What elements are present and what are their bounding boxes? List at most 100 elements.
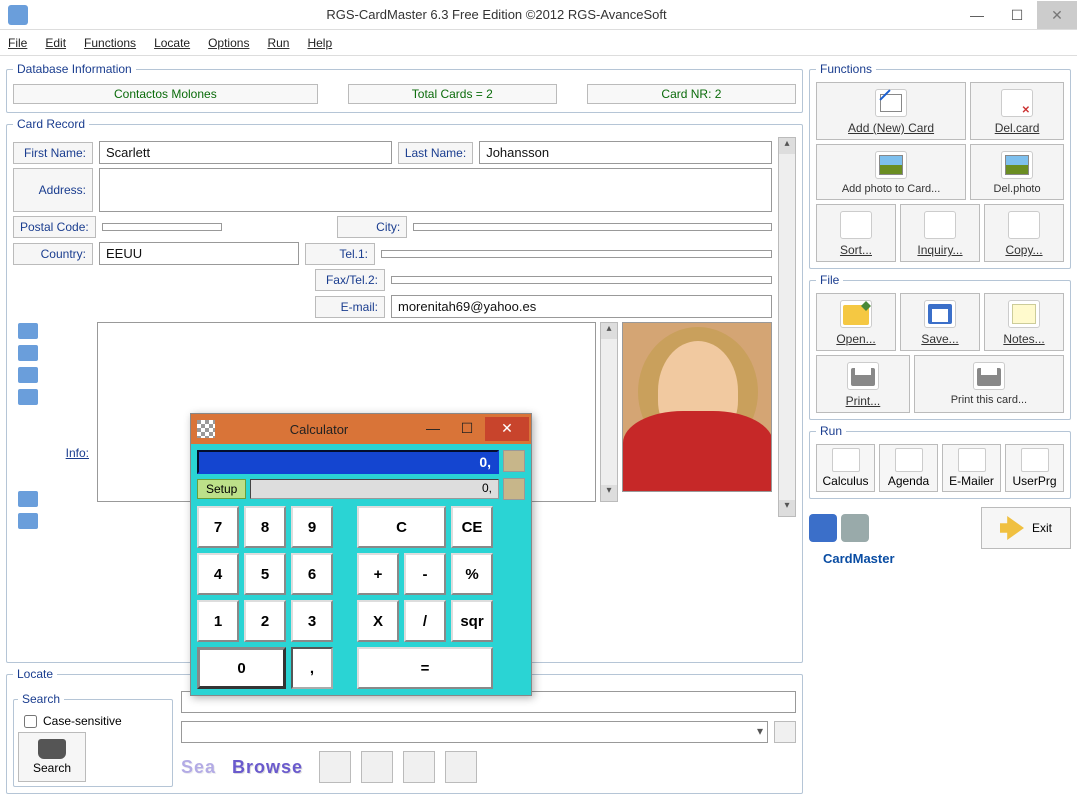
last-name-input[interactable]: Johansson [479, 141, 772, 164]
calc-key-5[interactable]: 5 [244, 553, 286, 595]
menu-file[interactable]: File [8, 36, 27, 50]
calc-key-2[interactable]: 2 [244, 600, 286, 642]
dbinfo-legend: Database Information [13, 62, 136, 76]
calc-display-main: 0, [197, 450, 499, 474]
title-bar: RGS-CardMaster 6.3 Free Edition ©2012 RG… [0, 0, 1077, 30]
fax-input[interactable] [391, 276, 772, 284]
browse-heading: Browse [232, 757, 303, 778]
calc-copy2-icon[interactable] [503, 478, 525, 500]
case-sensitive-checkbox[interactable] [24, 715, 37, 728]
calc-key-7[interactable]: 7 [197, 506, 239, 548]
browse-combo[interactable] [181, 721, 768, 743]
info-icon-3[interactable] [18, 367, 38, 383]
close-button[interactable]: ✕ [1037, 1, 1077, 29]
calc-title-bar[interactable]: Calculator — ☐ ✕ [191, 414, 531, 444]
calc-key-0[interactable]: 0 [197, 647, 286, 689]
card-scroll-down[interactable]: ▾ [779, 500, 795, 516]
postal-input[interactable] [102, 223, 222, 231]
calc-key-3[interactable]: 3 [291, 600, 333, 642]
calc-key-9[interactable]: 9 [291, 506, 333, 548]
copy-icon [1008, 211, 1040, 239]
calc-setup-button[interactable]: Setup [197, 479, 246, 499]
calc-key-divide[interactable]: / [404, 600, 446, 642]
del-photo-button[interactable]: Del.photo [970, 144, 1064, 200]
del-card-icon [1001, 89, 1033, 117]
calc-close-button[interactable]: ✕ [485, 417, 529, 441]
email-label: E-mail: [315, 296, 385, 318]
open-button[interactable]: Open... [816, 293, 896, 351]
calc-key-decimal[interactable]: , [291, 647, 333, 689]
calc-copy1-icon[interactable] [503, 450, 525, 472]
calculus-button[interactable]: Calculus [816, 444, 875, 492]
inquiry-icon [924, 211, 956, 239]
open-icon [840, 300, 872, 328]
menu-run[interactable]: Run [267, 36, 289, 50]
card-scroll-up[interactable]: ▴ [779, 138, 795, 154]
info-icon-5[interactable] [18, 491, 38, 507]
info-icon-4[interactable] [18, 389, 38, 405]
info-scroll-up[interactable]: ▴ [601, 323, 617, 339]
calc-maximize-button[interactable]: ☐ [451, 417, 483, 441]
menu-functions[interactable]: Functions [84, 36, 136, 50]
menu-help[interactable]: Help [307, 36, 332, 50]
database-information-group: Database Information Contactos Molones T… [6, 62, 803, 113]
calc-key-sqr[interactable]: sqr [451, 600, 493, 642]
city-label: City: [337, 216, 407, 238]
calc-key-c[interactable]: C [357, 506, 446, 548]
tel1-input[interactable] [381, 250, 772, 258]
nav-first-icon[interactable] [319, 751, 351, 783]
search-heading: Sea [181, 757, 216, 778]
inquiry-button[interactable]: Inquiry... [900, 204, 980, 262]
print-button[interactable]: Print... [816, 355, 910, 413]
file-legend: File [816, 273, 843, 287]
calc-key-8[interactable]: 8 [244, 506, 286, 548]
nav-grid-icon[interactable] [445, 751, 477, 783]
calc-key-minus[interactable]: - [404, 553, 446, 595]
email-input[interactable]: morenitah69@yahoo.es [391, 295, 772, 318]
emailer-button[interactable]: E-Mailer [942, 444, 1001, 492]
calc-app-icon [197, 420, 215, 438]
run-group: Run Calculus Agenda E-Mailer UserPrg [809, 424, 1071, 499]
calc-key-percent[interactable]: % [451, 553, 493, 595]
sort-button[interactable]: Sort... [816, 204, 896, 262]
save-button[interactable]: Save... [900, 293, 980, 351]
city-input[interactable] [413, 223, 772, 231]
add-photo-button[interactable]: Add photo to Card... [816, 144, 966, 200]
menu-options[interactable]: Options [208, 36, 249, 50]
info-icon-6[interactable] [18, 513, 38, 529]
info-scroll-down[interactable]: ▾ [601, 485, 617, 501]
add-card-button[interactable]: Add (New) Card [816, 82, 966, 140]
address-input[interactable] [99, 168, 772, 212]
search-button[interactable]: Search [18, 732, 86, 782]
minimize-button[interactable]: — [957, 1, 997, 29]
functions-legend: Functions [816, 62, 876, 76]
calc-minimize-button[interactable]: — [417, 417, 449, 441]
exit-button[interactable]: Exit [981, 507, 1071, 549]
db-card-nr: Card NR: 2 [587, 84, 796, 104]
calc-key-plus[interactable]: + [357, 553, 399, 595]
menu-locate[interactable]: Locate [154, 36, 190, 50]
calc-key-ce[interactable]: CE [451, 506, 493, 548]
nav-prev-icon[interactable] [361, 751, 393, 783]
calc-key-4[interactable]: 4 [197, 553, 239, 595]
calc-key-1[interactable]: 1 [197, 600, 239, 642]
exit-icon [1000, 516, 1024, 540]
first-name-input[interactable]: Scarlett [99, 141, 392, 164]
userprg-button[interactable]: UserPrg [1005, 444, 1064, 492]
notes-button[interactable]: Notes... [984, 293, 1064, 351]
browse-go-icon[interactable] [774, 721, 796, 743]
del-card-button[interactable]: Del.card [970, 82, 1064, 140]
print-card-button[interactable]: Print this card... [914, 355, 1064, 413]
copy-button[interactable]: Copy... [984, 204, 1064, 262]
maximize-button[interactable]: ☐ [997, 1, 1037, 29]
calculus-icon [832, 448, 860, 472]
info-icon-2[interactable] [18, 345, 38, 361]
nav-next-icon[interactable] [403, 751, 435, 783]
info-icon-1[interactable] [18, 323, 38, 339]
menu-edit[interactable]: Edit [45, 36, 66, 50]
agenda-button[interactable]: Agenda [879, 444, 938, 492]
country-input[interactable]: EEUU [99, 242, 299, 265]
calc-key-6[interactable]: 6 [291, 553, 333, 595]
calc-key-multiply[interactable]: X [357, 600, 399, 642]
calc-key-equals[interactable]: = [357, 647, 493, 689]
